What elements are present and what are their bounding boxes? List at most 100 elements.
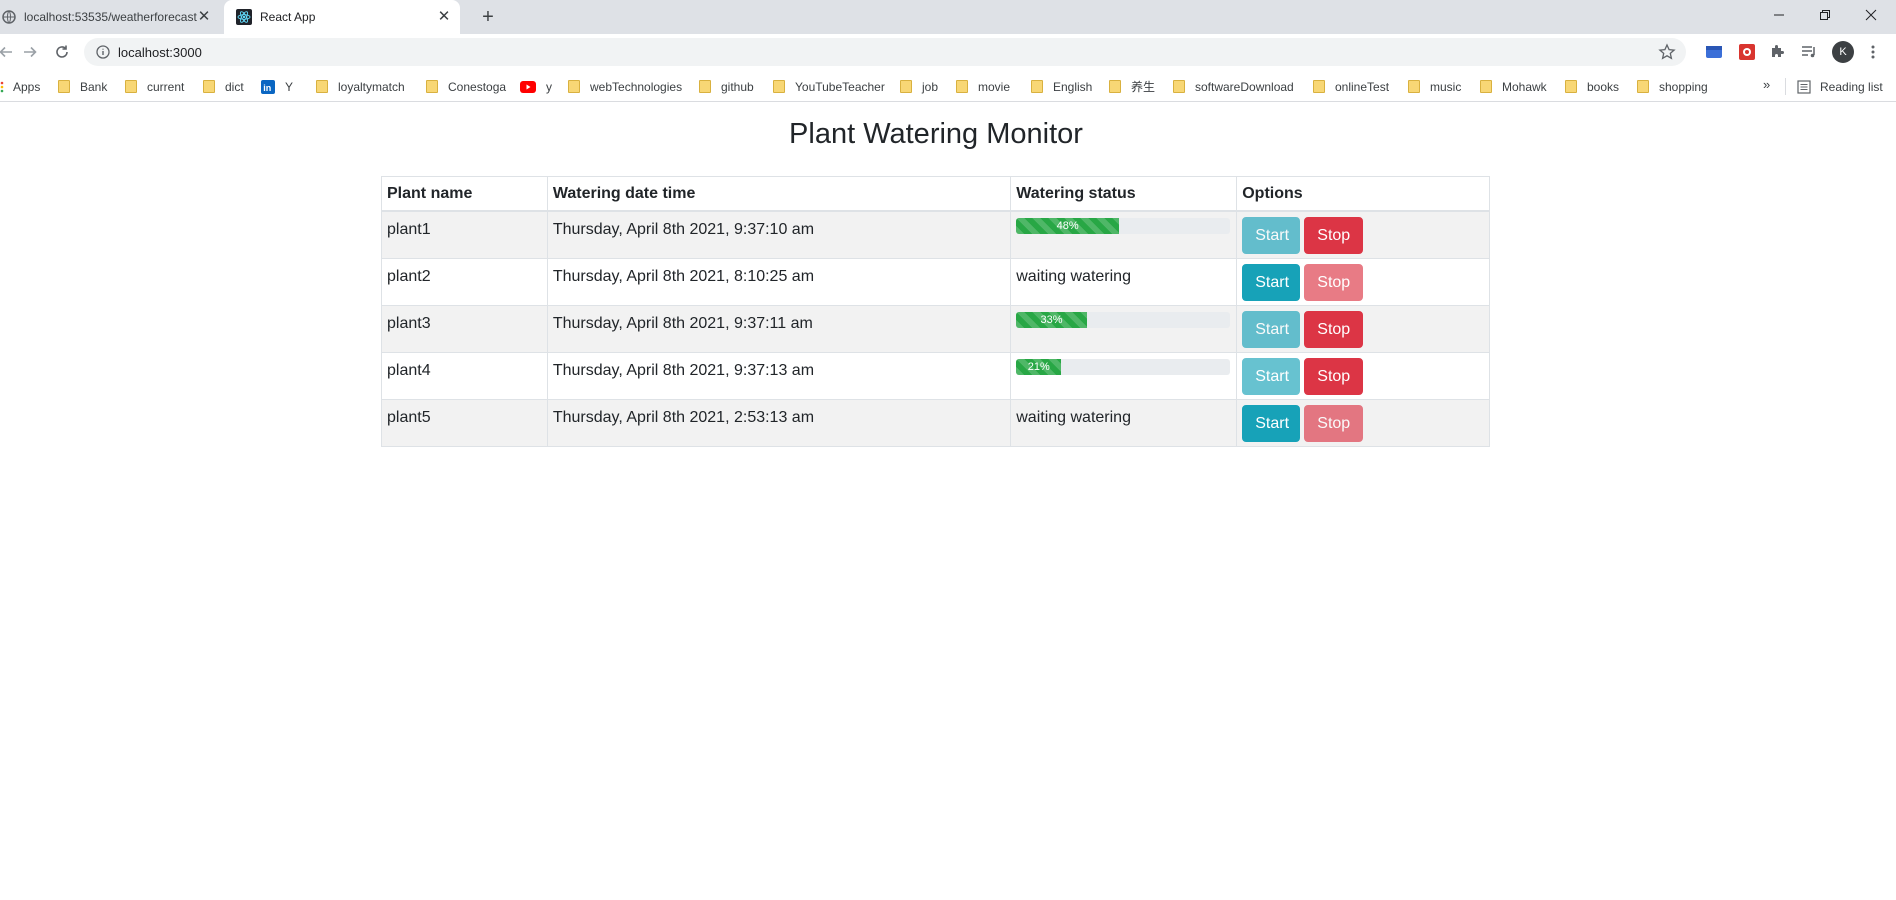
table-header-row: Plant name Watering date time Watering s… — [381, 176, 1490, 212]
apps-grid-icon — [0, 81, 4, 93]
extension-icon[interactable] — [1705, 43, 1723, 61]
bookmarks-more-button[interactable]: » — [1763, 77, 1770, 92]
globe-icon — [2, 10, 16, 24]
bookmark-folder[interactable]: onlineTest — [1313, 78, 1389, 95]
stop-button[interactable]: Stop — [1304, 263, 1364, 301]
watering-datetime: Thursday, April 8th 2021, 8:10:25 am — [546, 257, 1012, 306]
back-icon[interactable] — [0, 40, 18, 64]
reading-list-button[interactable]: Reading list — [1797, 78, 1883, 95]
bookmark-linkedin[interactable]: in Y — [261, 78, 293, 95]
bookmark-folder[interactable]: 养生 — [1109, 78, 1155, 95]
plant-table: Plant name Watering date time Watering s… — [381, 176, 1490, 447]
bookmark-folder[interactable]: English — [1031, 78, 1092, 95]
watering-datetime: Thursday, April 8th 2021, 9:37:13 am — [546, 351, 1012, 400]
bookmark-folder[interactable]: github — [699, 78, 754, 95]
extension-icon[interactable] — [1738, 43, 1756, 61]
bookmark-label: music — [1430, 79, 1462, 94]
more-menu-icon[interactable] — [1864, 43, 1882, 61]
star-icon[interactable] — [1658, 43, 1676, 66]
bookmark-youtube[interactable]: y — [520, 78, 552, 95]
progress-bar: 21% — [1016, 358, 1062, 375]
bookmarks-bar: Apps Bank current dict in Y loyaltymatch… — [0, 70, 1896, 102]
bookmark-label: y — [546, 79, 552, 94]
linkedin-icon: in — [261, 79, 275, 94]
bookmark-folder[interactable]: loyaltymatch — [316, 78, 405, 95]
start-button[interactable]: Start — [1242, 263, 1301, 301]
watering-progress: 33% — [1016, 311, 1231, 328]
bookmark-folder[interactable]: books — [1565, 78, 1619, 95]
plant-name: plant2 — [381, 257, 548, 306]
options-cell: Start Stop — [1236, 210, 1490, 259]
folder-icon — [203, 80, 215, 93]
folder-icon — [1565, 80, 1577, 93]
close-icon[interactable]: ✕ — [196, 9, 212, 25]
bookmark-folder[interactable]: Conestoga — [426, 78, 506, 95]
bookmark-label: current — [147, 79, 185, 94]
restore-icon[interactable] — [1802, 0, 1848, 30]
page-title: Plant Watering Monitor — [789, 118, 1083, 150]
bookmark-label: Apps — [13, 79, 41, 94]
start-button[interactable]: Start — [1242, 310, 1301, 348]
stop-button[interactable]: Stop — [1304, 404, 1364, 442]
tab-react-app[interactable]: React App ✕ — [224, 0, 460, 34]
address-bar[interactable]: localhost:3000 — [84, 38, 1686, 66]
close-window-icon[interactable] — [1848, 0, 1894, 30]
bookmark-folder[interactable]: shopping — [1637, 78, 1708, 95]
bookmark-label: webTechnologies — [590, 79, 683, 94]
profile-avatar[interactable]: K — [1832, 41, 1854, 63]
bookmark-folder[interactable]: Mohawk — [1480, 78, 1547, 95]
watering-datetime: Thursday, April 8th 2021, 2:53:13 am — [546, 398, 1012, 447]
bookmark-folder[interactable]: current — [125, 78, 184, 95]
plant-name: plant5 — [381, 398, 548, 447]
folder-icon — [316, 80, 328, 93]
bookmark-folder[interactable]: music — [1408, 78, 1461, 95]
bookmark-folder[interactable]: Bank — [58, 78, 107, 95]
watering-status: 48% — [1010, 210, 1238, 259]
close-icon[interactable]: ✕ — [436, 9, 452, 25]
bookmark-folder[interactable]: job — [900, 78, 938, 95]
bookmark-label: softwareDownload — [1195, 79, 1294, 94]
bookmark-folder[interactable]: movie — [956, 78, 1010, 95]
bookmark-label: Conestoga — [448, 79, 507, 94]
watering-status: waiting watering — [1010, 257, 1238, 306]
watering-status: waiting watering — [1010, 398, 1238, 447]
start-button[interactable]: Start — [1242, 217, 1301, 254]
bookmarks-divider — [1785, 78, 1786, 95]
media-icon[interactable] — [1800, 43, 1818, 61]
progress-bar: 48% — [1016, 218, 1119, 234]
bookmark-label: dict — [225, 79, 244, 94]
forward-icon[interactable] — [18, 40, 42, 64]
info-icon[interactable] — [96, 45, 110, 64]
bookmark-label: English — [1053, 79, 1093, 94]
bookmark-folder[interactable]: softwareDownload — [1173, 78, 1294, 95]
tab-weatherforecast[interactable]: localhost:53535/weatherforecast ✕ — [0, 0, 220, 34]
tab-title: localhost:53535/weatherforecast — [24, 10, 197, 24]
react-icon — [236, 9, 252, 25]
browser-tabstrip: localhost:53535/weatherforecast ✕ React … — [0, 0, 1896, 34]
svg-text:in: in — [263, 83, 271, 93]
watering-progress: 21% — [1016, 358, 1231, 375]
bookmark-label: github — [721, 79, 754, 94]
stop-button[interactable]: Stop — [1304, 217, 1364, 254]
minimize-icon[interactable] — [1756, 0, 1802, 30]
new-tab-icon[interactable]: + — [476, 6, 500, 28]
folder-icon — [900, 80, 912, 93]
watering-progress: 48% — [1016, 218, 1231, 234]
bookmark-apps[interactable]: Apps — [0, 78, 40, 95]
bookmark-folder[interactable]: dict — [203, 78, 244, 95]
youtube-icon — [520, 80, 536, 93]
bookmark-label: 养生 — [1131, 80, 1156, 94]
start-button[interactable]: Start — [1242, 357, 1301, 395]
stop-button[interactable]: Stop — [1304, 357, 1364, 395]
bookmark-label: YouTubeTeacher — [795, 79, 885, 94]
reload-icon[interactable] — [50, 40, 74, 64]
progress-bar: 33% — [1016, 311, 1087, 328]
start-button[interactable]: Start — [1242, 404, 1301, 442]
bookmark-folder[interactable]: YouTubeTeacher — [773, 78, 885, 95]
stop-button[interactable]: Stop — [1304, 310, 1364, 348]
bookmark-folder[interactable]: webTechnologies — [568, 78, 682, 95]
column-header: Plant name — [381, 176, 548, 212]
column-header: Watering status — [1010, 176, 1238, 212]
puzzle-icon[interactable] — [1768, 43, 1786, 61]
column-header: Options — [1236, 176, 1490, 212]
